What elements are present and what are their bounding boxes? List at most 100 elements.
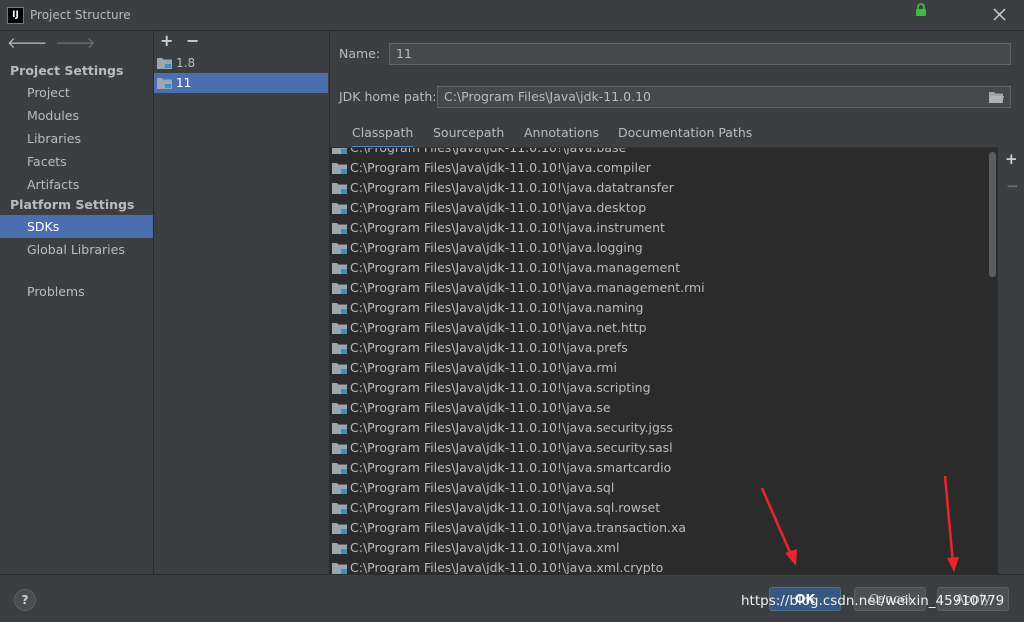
path-text: C:\Program Files\Java\jdk-11.0.10!\java.…	[350, 340, 628, 355]
classpath-list[interactable]: C:\Program Files\Java\jdk-11.0.10!\java.…	[330, 147, 998, 575]
jdk-home-path-label: JDK home path:	[339, 89, 437, 104]
tab-classpath[interactable]: Classpath	[352, 122, 414, 148]
title-bar: IJ Project Structure	[0, 0, 1024, 31]
jar-folder-icon	[332, 223, 347, 234]
list-item[interactable]: C:\Program Files\Java\jdk-11.0.10!\java.…	[330, 438, 990, 458]
jar-folder-icon	[332, 443, 347, 454]
path-text: C:\Program Files\Java\jdk-11.0.10!\java.…	[350, 520, 687, 535]
jar-folder-icon	[332, 183, 347, 194]
jar-folder-icon	[332, 423, 347, 434]
list-item[interactable]: C:\Program Files\Java\jdk-11.0.10!\java.…	[330, 498, 990, 518]
path-text: C:\Program Files\Java\jdk-11.0.10!\java.…	[350, 360, 617, 375]
list-item[interactable]: C:\Program Files\Java\jdk-11.0.10!\java.…	[330, 538, 990, 558]
jar-folder-icon	[332, 148, 347, 154]
sidebar-item-sdks[interactable]: SDKs	[0, 215, 153, 238]
list-item[interactable]: C:\Program Files\Java\jdk-11.0.10!\java.…	[330, 278, 990, 298]
list-item[interactable]: C:\Program Files\Java\jdk-11.0.10!\java.…	[330, 258, 990, 278]
tab-sourcepath[interactable]: Sourcepath	[433, 122, 504, 146]
jar-folder-icon	[332, 243, 347, 254]
jar-folder-icon	[332, 303, 347, 314]
sdk-item-1-8[interactable]: 1.8	[154, 53, 328, 73]
dialog-button-bar: ? OK Cancel Apply https://blog.csdn.net/…	[0, 574, 1024, 622]
help-button[interactable]: ?	[14, 589, 36, 611]
back-arrow-icon[interactable]: 🡐	[7, 35, 47, 51]
path-text: C:\Program Files\Java\jdk-11.0.10!\java.…	[350, 160, 651, 175]
jar-folder-icon	[332, 263, 347, 274]
jar-folder-icon	[332, 523, 347, 534]
list-item[interactable]: C:\Program Files\Java\jdk-11.0.10!\java.…	[330, 178, 990, 198]
tab-annotations[interactable]: Annotations	[524, 122, 599, 146]
list-item[interactable]: C:\Program Files\Java\jdk-11.0.10!\java.…	[330, 147, 990, 158]
jar-folder-icon	[332, 463, 347, 474]
section-platform-settings: Platform Settings	[10, 197, 135, 212]
list-item[interactable]: C:\Program Files\Java\jdk-11.0.10!\java.…	[330, 478, 990, 498]
path-text: C:\Program Files\Java\jdk-11.0.10!\java.…	[350, 180, 674, 195]
path-text: C:\Program Files\Java\jdk-11.0.10!\java.…	[350, 240, 643, 255]
path-text: C:\Program Files\Java\jdk-11.0.10!\java.…	[350, 260, 681, 275]
sdk-item-label: 1.8	[176, 56, 196, 70]
list-item[interactable]: C:\Program Files\Java\jdk-11.0.10!\java.…	[330, 218, 990, 238]
jdk-home-path-field[interactable]: C:\Program Files\Java\jdk-11.0.10	[437, 86, 1011, 108]
list-item[interactable]: C:\Program Files\Java\jdk-11.0.10!\java.…	[330, 158, 990, 178]
sidebar-item-global-libraries[interactable]: Global Libraries	[0, 238, 153, 261]
path-text: C:\Program Files\Java\jdk-11.0.10!\java.…	[350, 420, 673, 435]
jar-folder-icon	[332, 283, 347, 294]
list-item[interactable]: C:\Program Files\Java\jdk-11.0.10!\java.…	[330, 458, 990, 478]
sdk-item-11[interactable]: 11	[154, 73, 328, 93]
lock-icon	[916, 3, 926, 16]
path-text: C:\Program Files\Java\jdk-11.0.10!\java.…	[350, 300, 644, 315]
csdn-watermark: https://blog.csdn.net/weixin_45910779	[741, 593, 1005, 609]
tab-documentation-paths[interactable]: Documentation Paths	[618, 122, 752, 146]
list-item[interactable]: C:\Program Files\Java\jdk-11.0.10!\java.…	[330, 298, 990, 318]
add-sdk-button[interactable]: +	[160, 32, 173, 50]
nav-arrows: 🡐 🡒	[7, 35, 103, 51]
sdk-folder-icon	[157, 58, 172, 69]
add-path-button[interactable]: +	[1005, 150, 1018, 168]
sdk-list-panel: + − 1.8 11	[154, 31, 330, 574]
jar-folder-icon	[332, 163, 347, 174]
name-label: Name:	[339, 46, 381, 61]
path-text: C:\Program Files\Java\jdk-11.0.10!\java.…	[350, 540, 620, 555]
path-text: C:\Program Files\Java\jdk-11.0.10!\java.…	[350, 380, 651, 395]
sidebar-item-project[interactable]: Project	[0, 81, 153, 104]
browse-folder-icon[interactable]	[989, 91, 1004, 103]
list-item[interactable]: C:\Program Files\Java\jdk-11.0.10!\java.…	[330, 238, 990, 258]
sdk-item-label: 11	[176, 76, 192, 90]
jar-folder-icon	[332, 483, 347, 494]
sidebar-item-modules[interactable]: Modules	[0, 104, 153, 127]
path-text: C:\Program Files\Java\jdk-11.0.10!\java.…	[350, 560, 664, 575]
close-icon[interactable]	[993, 8, 1006, 21]
jar-folder-icon	[332, 343, 347, 354]
sidebar-item-problems[interactable]: Problems	[0, 280, 153, 303]
settings-sidebar: 🡐 🡒 Project Settings Project Modules Libr…	[0, 31, 154, 574]
list-item[interactable]: C:\Program Files\Java\jdk-11.0.10!\java.…	[330, 318, 990, 338]
path-text: C:\Program Files\Java\jdk-11.0.10!\java.…	[350, 400, 611, 415]
path-text: C:\Program Files\Java\jdk-11.0.10!\java.…	[350, 147, 627, 155]
jar-folder-icon	[332, 543, 347, 554]
forward-arrow-icon[interactable]: 🡒	[55, 35, 95, 51]
list-item[interactable]: C:\Program Files\Java\jdk-11.0.10!\java.…	[330, 358, 990, 378]
list-item[interactable]: C:\Program Files\Java\jdk-11.0.10!\java.…	[330, 378, 990, 398]
jar-folder-icon	[332, 403, 347, 414]
list-item[interactable]: C:\Program Files\Java\jdk-11.0.10!\java.…	[330, 398, 990, 418]
list-item[interactable]: C:\Program Files\Java\jdk-11.0.10!\java.…	[330, 418, 990, 438]
sidebar-item-facets[interactable]: Facets	[0, 150, 153, 173]
path-text: C:\Program Files\Java\jdk-11.0.10!\java.…	[350, 460, 672, 475]
path-text: C:\Program Files\Java\jdk-11.0.10!\java.…	[350, 500, 661, 515]
list-item[interactable]: C:\Program Files\Java\jdk-11.0.10!\java.…	[330, 338, 990, 358]
sidebar-item-artifacts[interactable]: Artifacts	[0, 173, 153, 196]
intellij-app-icon: IJ	[7, 7, 24, 24]
remove-path-button[interactable]: −	[1006, 177, 1019, 195]
path-text: C:\Program Files\Java\jdk-11.0.10!\java.…	[350, 220, 665, 235]
list-item[interactable]: C:\Program Files\Java\jdk-11.0.10!\java.…	[330, 518, 990, 538]
sidebar-item-libraries[interactable]: Libraries	[0, 127, 153, 150]
list-item[interactable]: C:\Program Files\Java\jdk-11.0.10!\java.…	[330, 198, 990, 218]
window-title: Project Structure	[30, 8, 131, 22]
path-text: C:\Program Files\Java\jdk-11.0.10!\java.…	[350, 440, 673, 455]
name-field[interactable]: 11	[389, 43, 1011, 65]
list-item[interactable]: C:\Program Files\Java\jdk-11.0.10!\java.…	[330, 558, 990, 575]
jar-folder-icon	[332, 323, 347, 334]
vertical-scrollbar[interactable]	[989, 152, 996, 277]
remove-sdk-button[interactable]: −	[186, 32, 199, 50]
sdk-detail-panel: Name: 11 JDK home path: C:\Program Files…	[330, 31, 1024, 575]
